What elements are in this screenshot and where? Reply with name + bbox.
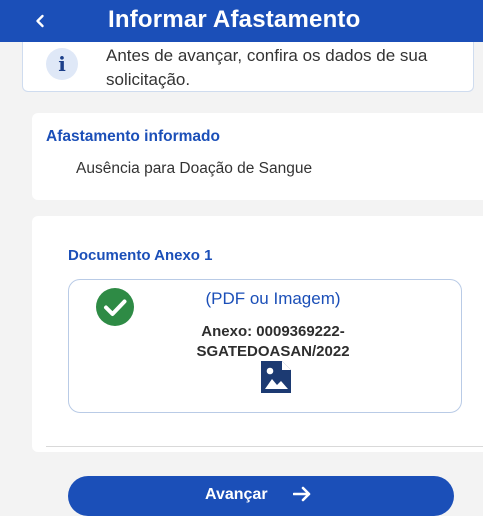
- arrow-right-icon: [293, 486, 311, 502]
- attachment-type-label: (PDF ou Imagem): [205, 289, 341, 308]
- back-button[interactable]: [22, 4, 58, 38]
- page-title: Informar Afastamento: [108, 6, 361, 33]
- advance-button[interactable]: Avançar: [68, 476, 454, 516]
- leave-heading: Afastamento informado: [46, 128, 220, 145]
- attachment-file-name: Anexo: 0009369222- SGATEDOASAN/2022: [158, 322, 388, 362]
- divider: [46, 446, 483, 447]
- info-icon: i: [46, 48, 78, 80]
- check-circle-icon: [96, 288, 134, 326]
- chevron-left-icon: [36, 14, 44, 28]
- leave-summary-card: [32, 113, 483, 200]
- document-heading: Documento Anexo 1: [68, 247, 213, 264]
- attachment-file-name-line1: Anexo: 0009369222-: [201, 323, 345, 340]
- attachment-file-name-line2: SGATEDOASAN/2022: [196, 343, 350, 360]
- advance-button-label: Avançar: [205, 486, 268, 503]
- leave-type-value: Ausência para Doação de Sangue: [76, 160, 313, 177]
- image-file-icon: [261, 361, 291, 393]
- info-banner-text: Antes de avançar, confira os dados de su…: [106, 46, 428, 89]
- app-bar: Informar Afastamento: [0, 0, 483, 42]
